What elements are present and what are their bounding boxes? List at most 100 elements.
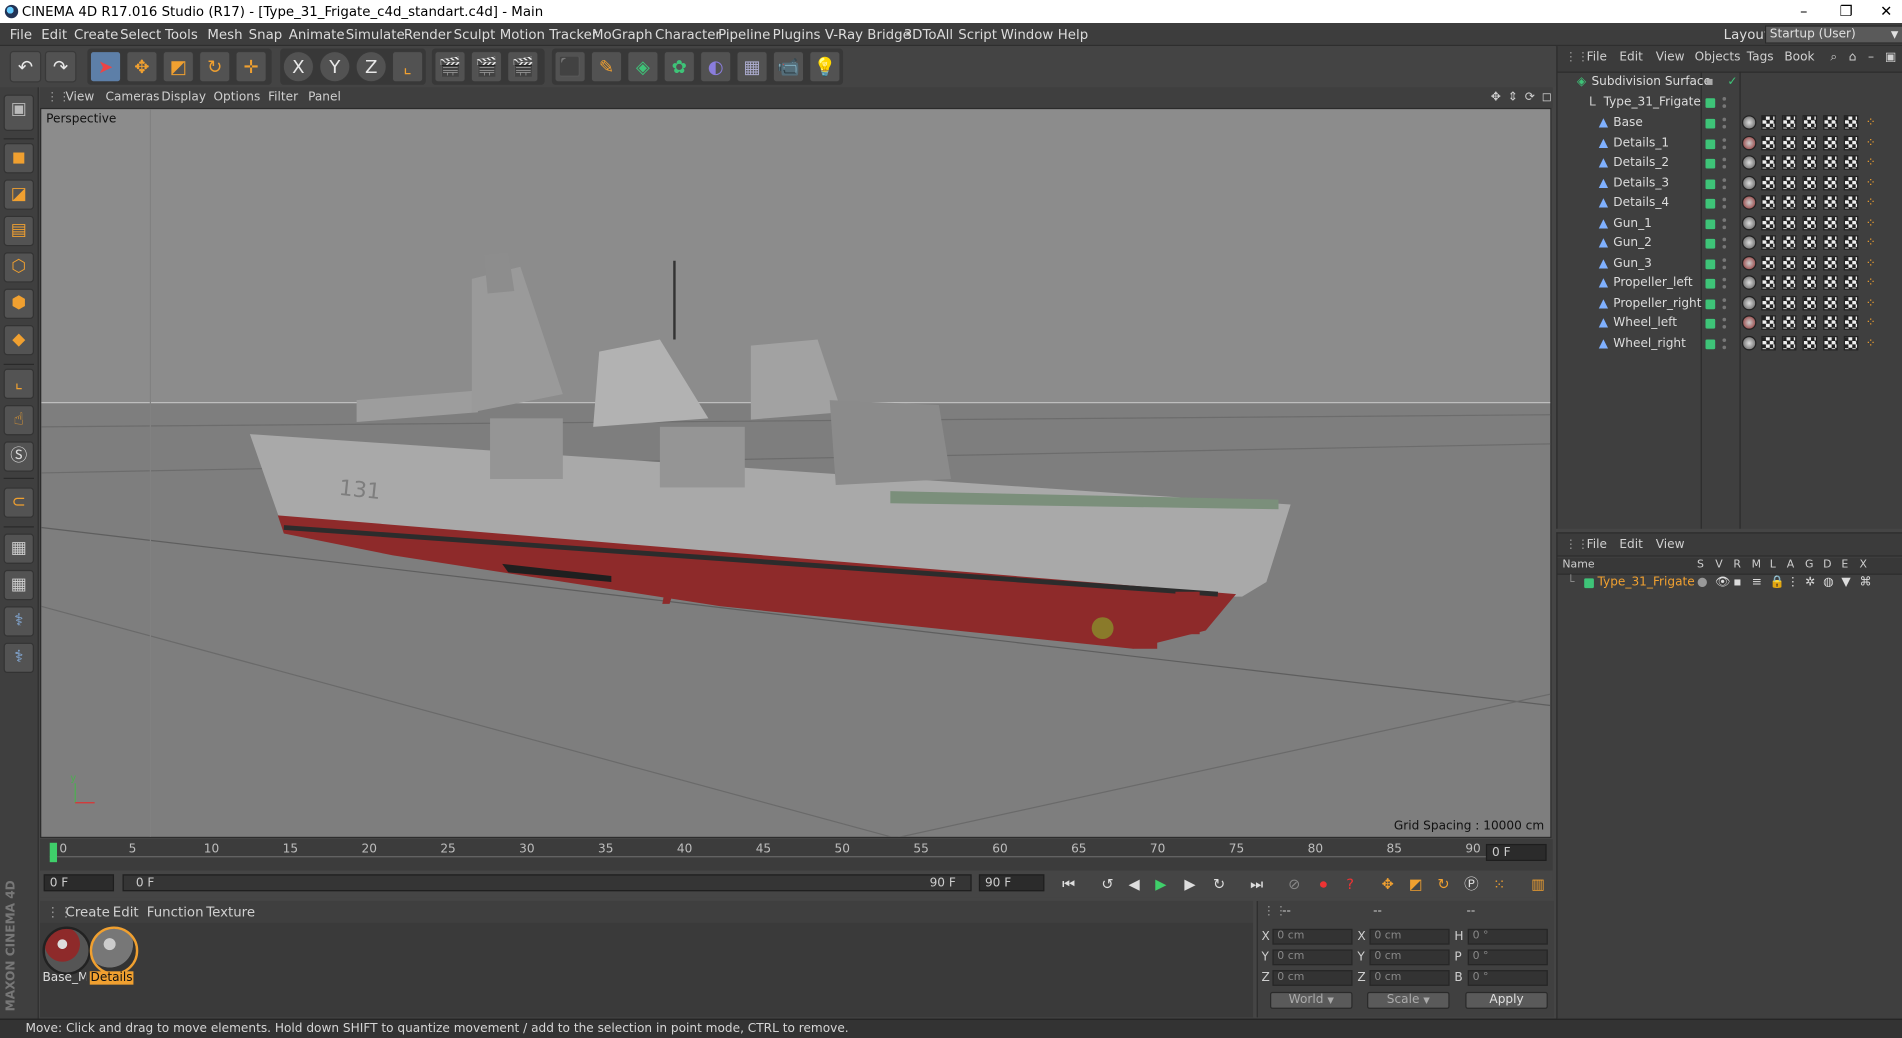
texture-tag-icon[interactable] bbox=[1802, 275, 1818, 290]
layer-color-swatch[interactable] bbox=[1705, 218, 1716, 229]
rotation-p-field[interactable]: 0 ° bbox=[1467, 949, 1548, 966]
y-axis-button[interactable]: Y bbox=[319, 50, 351, 83]
layer-generator-icon[interactable]: ✲ bbox=[1805, 576, 1815, 589]
more-tags-icon[interactable]: ⁘ bbox=[1866, 296, 1876, 309]
visibility-editor-dot[interactable] bbox=[1722, 337, 1727, 342]
texture-tag-icon[interactable] bbox=[1823, 235, 1838, 250]
texture-tag-icon[interactable] bbox=[1761, 275, 1776, 290]
om-menu-objects[interactable]: Objects bbox=[1695, 51, 1741, 64]
spline-pen-button[interactable]: ✎ bbox=[590, 50, 623, 83]
layer-deformer-icon[interactable]: ◍ bbox=[1823, 576, 1834, 589]
viewport-menu-view[interactable]: View bbox=[66, 91, 95, 104]
layer-col-generators[interactable]: G bbox=[1805, 559, 1813, 571]
object-row[interactable]: L Type_31_Frigate bbox=[1558, 93, 1902, 112]
more-tags-icon[interactable]: ⁘ bbox=[1866, 196, 1876, 209]
menu-simulate[interactable]: Simulate bbox=[346, 27, 405, 43]
material-tag-icon[interactable] bbox=[1741, 235, 1757, 250]
position-z-field[interactable]: 0 cm bbox=[1272, 970, 1353, 986]
subdivision-surface-button[interactable]: ◈ bbox=[627, 50, 659, 83]
texture-tag-icon[interactable] bbox=[1843, 255, 1859, 270]
texture-tag-icon[interactable] bbox=[1761, 215, 1776, 230]
material-tag-icon[interactable] bbox=[1741, 315, 1757, 330]
object-row[interactable]: ◈ Subdivision Surface ▪ ✓ bbox=[1558, 73, 1902, 92]
object-row[interactable]: ▲ Propeller_right ⁘ bbox=[1558, 294, 1902, 313]
size-x-field[interactable]: 0 cm bbox=[1369, 928, 1450, 945]
layer-color-swatch[interactable] bbox=[1705, 238, 1716, 249]
menu-mesh[interactable]: Mesh bbox=[207, 27, 242, 43]
render-picture-viewer-button[interactable]: 🎬 bbox=[470, 50, 503, 83]
material-tag-icon[interactable] bbox=[1741, 135, 1757, 150]
texture-tag-icon[interactable] bbox=[1781, 135, 1797, 150]
texture-tag-icon[interactable] bbox=[1781, 235, 1797, 250]
more-tags-icon[interactable]: ⁘ bbox=[1866, 176, 1876, 189]
coordinate-system-button[interactable]: ⌞ bbox=[391, 50, 424, 83]
maximize-button[interactable]: ❐ bbox=[1828, 1, 1864, 20]
layer-col-deformers[interactable]: D bbox=[1823, 559, 1831, 571]
object-row[interactable]: ▲ Propeller_left ⁘ bbox=[1558, 274, 1902, 293]
edit-render-settings-button[interactable]: 🎬 bbox=[507, 50, 539, 83]
texture-tag-icon[interactable] bbox=[1823, 195, 1838, 210]
texture-tag-icon[interactable] bbox=[1761, 175, 1776, 190]
texture-tag-icon[interactable] bbox=[1843, 335, 1859, 350]
texture-tag-icon[interactable] bbox=[1781, 115, 1797, 130]
workplane-lock-button[interactable]: ▦ bbox=[3, 533, 34, 564]
rotate-tool-button[interactable]: ↻ bbox=[198, 50, 231, 83]
editor-toggle-icon[interactable]: ▪ bbox=[1705, 75, 1713, 88]
material-tag-icon[interactable] bbox=[1741, 115, 1757, 130]
object-name[interactable]: Propeller_right bbox=[1613, 296, 1701, 309]
layer-col-render[interactable]: R bbox=[1733, 559, 1741, 571]
layer-color-swatch[interactable] bbox=[1705, 338, 1716, 349]
visibility-editor-dot[interactable] bbox=[1722, 137, 1727, 142]
layer-xref-icon[interactable]: ⌘ bbox=[1860, 576, 1872, 589]
previous-key-button[interactable]: ↺ bbox=[1095, 872, 1119, 896]
om-menu-edit[interactable]: Edit bbox=[1619, 51, 1643, 64]
minimize-panel-icon[interactable]: – bbox=[1868, 51, 1874, 64]
viewport-menu-cameras[interactable]: Cameras bbox=[106, 91, 160, 104]
material-tag-icon[interactable] bbox=[1741, 275, 1757, 290]
position-y-field[interactable]: 0 cm bbox=[1272, 949, 1353, 966]
object-row[interactable]: ▲ Details_4 ⁘ bbox=[1558, 194, 1902, 213]
home-icon[interactable]: ⌂ bbox=[1849, 51, 1857, 64]
play-button[interactable]: ▶ bbox=[1149, 872, 1173, 896]
visibility-render-dot[interactable] bbox=[1722, 184, 1727, 189]
texture-tag-icon[interactable] bbox=[1802, 215, 1818, 230]
layer-col-animation[interactable]: A bbox=[1787, 559, 1794, 571]
visibility-render-dot[interactable] bbox=[1722, 244, 1727, 249]
dolly-view-icon[interactable]: ⇕ bbox=[1508, 91, 1518, 104]
edges-mode-button[interactable]: ⬢ bbox=[3, 288, 34, 319]
menu-motion-tracker[interactable]: Motion Tracker bbox=[500, 27, 598, 43]
texture-tag-icon[interactable] bbox=[1843, 295, 1859, 310]
size-y-field[interactable]: 0 cm bbox=[1369, 949, 1450, 966]
object-name[interactable]: Propeller_left bbox=[1613, 276, 1692, 289]
visibility-editor-dot[interactable] bbox=[1722, 177, 1727, 182]
layer-col-name[interactable]: Name bbox=[1562, 559, 1594, 571]
texture-tag-icon[interactable] bbox=[1843, 175, 1859, 190]
texture-tag-icon[interactable] bbox=[1843, 155, 1859, 170]
size-z-field[interactable]: 0 cm bbox=[1369, 970, 1450, 986]
viewport-menu-display[interactable]: Display bbox=[161, 91, 206, 104]
layer-lock-icon[interactable]: 🔒 bbox=[1770, 576, 1785, 589]
visibility-render-dot[interactable] bbox=[1722, 204, 1727, 209]
model-mode-button[interactable]: ◼ bbox=[3, 143, 34, 174]
om-menu-file[interactable]: File bbox=[1587, 51, 1607, 64]
go-to-start-button[interactable]: ⏮ bbox=[1057, 872, 1081, 896]
search-icon[interactable]: ⌕ bbox=[1830, 51, 1837, 64]
texture-tag-icon[interactable] bbox=[1843, 195, 1859, 210]
texture-tag-icon[interactable] bbox=[1781, 215, 1797, 230]
apply-button[interactable]: Apply bbox=[1465, 991, 1548, 1009]
size-mode-dropdown[interactable]: Scale ▼ bbox=[1367, 991, 1450, 1009]
texture-tag-icon[interactable] bbox=[1823, 335, 1838, 350]
close-button[interactable]: ✕ bbox=[1868, 1, 1902, 20]
material-tag-icon[interactable] bbox=[1741, 175, 1757, 190]
menu-3dtoall[interactable]: 3DToAll bbox=[904, 27, 953, 43]
om-menu-tags[interactable]: Tags bbox=[1747, 51, 1774, 64]
texture-tag-icon[interactable] bbox=[1761, 315, 1776, 330]
texture-tag-icon[interactable] bbox=[1843, 235, 1859, 250]
texture-tag-icon[interactable] bbox=[1781, 175, 1797, 190]
object-name[interactable]: Gun_1 bbox=[1613, 216, 1652, 229]
layer-animation-icon[interactable]: ⋮ bbox=[1787, 576, 1799, 589]
layer-color-swatch[interactable] bbox=[1705, 158, 1716, 169]
previous-frame-button[interactable]: ◀ bbox=[1122, 872, 1146, 896]
object-name[interactable]: Details_1 bbox=[1613, 136, 1669, 149]
texture-tag-icon[interactable] bbox=[1802, 255, 1818, 270]
